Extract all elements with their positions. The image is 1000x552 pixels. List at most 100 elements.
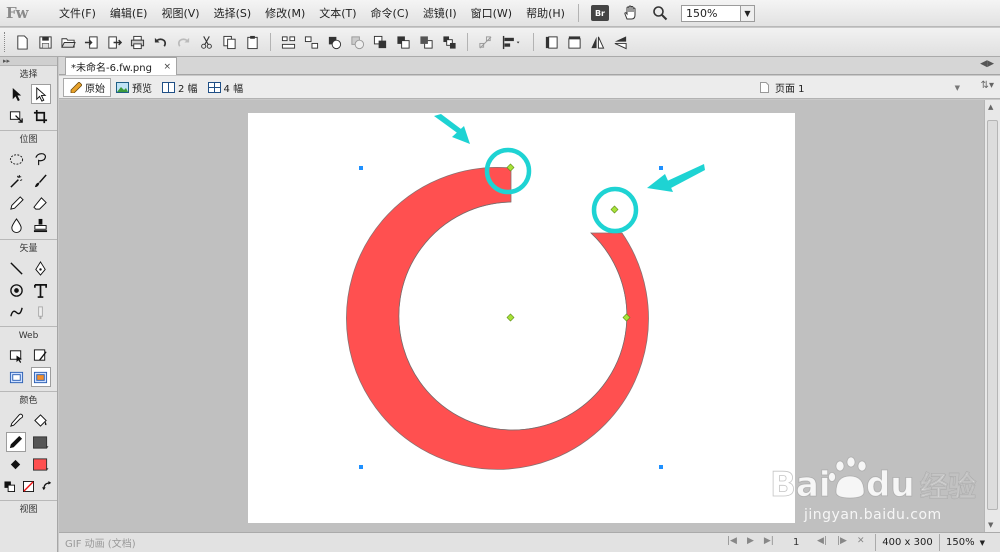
first-frame-icon[interactable]: |◀ xyxy=(727,536,737,546)
stroke-color-swatch[interactable] xyxy=(30,432,52,452)
menu-help[interactable]: 帮助(H) xyxy=(519,0,572,27)
status-zoom-select[interactable]: 150% ▼ xyxy=(939,534,1000,551)
ungroup-button[interactable] xyxy=(300,31,323,53)
scale-tool[interactable] xyxy=(7,106,27,126)
scroll-thumb[interactable] xyxy=(987,120,998,510)
selection-handle[interactable] xyxy=(359,166,363,170)
eyedropper-tool[interactable] xyxy=(7,410,27,430)
panel-collapse-bar[interactable]: ▸▸ xyxy=(0,57,57,66)
new-button[interactable] xyxy=(11,31,34,53)
view-4up-button[interactable]: 4 幅 xyxy=(203,78,249,97)
chevron-down-icon[interactable]: ▼ xyxy=(955,84,960,92)
zoom-select[interactable]: 150% ▼ xyxy=(680,4,755,22)
play-icon[interactable]: ▶ xyxy=(747,536,754,546)
redo-button[interactable] xyxy=(172,31,195,53)
export-button[interactable] xyxy=(103,31,126,53)
print-button[interactable] xyxy=(126,31,149,53)
align-menu-button[interactable] xyxy=(497,31,527,53)
view-original-button[interactable]: 原始 xyxy=(63,77,111,97)
last-frame-icon[interactable]: ▶| xyxy=(764,536,774,546)
canvas-size-button[interactable]: 400 x 300 xyxy=(875,534,939,551)
join-button[interactable] xyxy=(323,31,346,53)
knife-tool[interactable] xyxy=(7,280,27,300)
swap-colors-button[interactable] xyxy=(40,476,55,496)
menu-text[interactable]: 文本(T) xyxy=(312,0,363,27)
paint-bucket-tool[interactable] xyxy=(31,410,51,430)
menu-view[interactable]: 视图(V) xyxy=(154,0,206,27)
close-icon[interactable]: × xyxy=(163,62,171,72)
cut-button[interactable] xyxy=(195,31,218,53)
send-to-back-button[interactable] xyxy=(438,31,461,53)
vertical-scrollbar[interactable]: ▲ ▼ xyxy=(984,100,1000,532)
scroll-down-icon[interactable]: ▼ xyxy=(988,521,993,529)
collapse-tabs-icon[interactable]: ◀▶ xyxy=(980,59,994,69)
default-colors-button[interactable] xyxy=(2,476,17,496)
lasso-tool[interactable] xyxy=(31,149,51,169)
menu-select[interactable]: 选择(S) xyxy=(207,0,259,27)
open-button[interactable] xyxy=(57,31,80,53)
document-options-icon[interactable]: ⇅▾ xyxy=(981,80,994,91)
menu-filters[interactable]: 滤镜(I) xyxy=(416,0,464,27)
stop-icon[interactable]: ✕ xyxy=(857,536,865,546)
page-select[interactable]: 页面 1 ▼ xyxy=(760,80,960,95)
selection-handle[interactable] xyxy=(659,465,663,469)
line-tool[interactable] xyxy=(7,258,27,278)
chevron-down-icon[interactable]: ▼ xyxy=(739,5,754,21)
align-distribute-button[interactable] xyxy=(474,31,497,53)
view-2up-button[interactable]: 2 幅 xyxy=(157,78,203,97)
freeform-tool[interactable] xyxy=(7,302,27,322)
menu-modify[interactable]: 修改(M) xyxy=(258,0,312,27)
view-preview-button[interactable]: 预览 xyxy=(111,78,157,97)
stroke-color-tool[interactable] xyxy=(5,432,26,452)
slice-tool[interactable] xyxy=(31,345,51,365)
blur-tool[interactable] xyxy=(7,215,27,235)
bridge-button[interactable]: Br xyxy=(588,2,612,24)
prev-frame-icon[interactable]: ◀| xyxy=(817,536,827,546)
selection-handle[interactable] xyxy=(359,465,363,469)
show-slices-button[interactable] xyxy=(30,367,51,387)
fill-color-tool[interactable] xyxy=(6,454,26,474)
menu-file[interactable]: 文件(F) xyxy=(52,0,103,27)
hide-slices-button[interactable] xyxy=(7,367,27,387)
subselection-tool[interactable] xyxy=(30,84,51,104)
selection-handle[interactable] xyxy=(659,166,663,170)
document-tab[interactable]: *未命名-6.fw.png × xyxy=(65,57,177,75)
zoom-tool-button[interactable] xyxy=(648,2,672,24)
eraser-tool[interactable] xyxy=(31,193,51,213)
flip-horizontal-button[interactable] xyxy=(586,31,609,53)
copy-button[interactable] xyxy=(218,31,241,53)
save-button[interactable] xyxy=(34,31,57,53)
chevron-down-icon[interactable]: ▼ xyxy=(980,539,985,547)
marquee-tool[interactable] xyxy=(7,149,27,169)
text-tool[interactable] xyxy=(31,280,51,300)
pointer-tool[interactable] xyxy=(7,84,27,104)
crop-tool[interactable] xyxy=(31,106,51,126)
group-button[interactable] xyxy=(277,31,300,53)
fill-color-swatch[interactable] xyxy=(30,454,52,474)
flip-vertical-button[interactable] xyxy=(609,31,632,53)
undo-button[interactable] xyxy=(149,31,172,53)
menu-edit[interactable]: 编辑(E) xyxy=(103,0,155,27)
rotate-ccw-button[interactable] xyxy=(540,31,563,53)
scroll-up-icon[interactable]: ▲ xyxy=(988,103,993,111)
menu-commands[interactable]: 命令(C) xyxy=(364,0,416,27)
hand-tool-button[interactable] xyxy=(618,2,642,24)
hotspot-tool[interactable] xyxy=(7,345,27,365)
pencil-tool[interactable] xyxy=(7,193,27,213)
bring-forward-button[interactable] xyxy=(392,31,415,53)
toolbar-grip[interactable] xyxy=(4,32,7,52)
no-stroke-fill-button[interactable] xyxy=(21,476,36,496)
import-button[interactable] xyxy=(80,31,103,53)
send-backward-button[interactable] xyxy=(415,31,438,53)
magic-wand-tool[interactable] xyxy=(7,171,27,191)
brush-tool[interactable] xyxy=(31,171,51,191)
paste-button[interactable] xyxy=(241,31,264,53)
path-scrubber-tool[interactable] xyxy=(31,302,51,322)
rotate-cw-button[interactable] xyxy=(563,31,586,53)
split-button[interactable] xyxy=(346,31,369,53)
pen-tool[interactable] xyxy=(31,258,51,278)
rubber-stamp-tool[interactable] xyxy=(31,215,51,235)
next-frame-icon[interactable]: |▶ xyxy=(837,536,847,546)
bring-to-front-button[interactable] xyxy=(369,31,392,53)
menu-window[interactable]: 窗口(W) xyxy=(464,0,519,27)
